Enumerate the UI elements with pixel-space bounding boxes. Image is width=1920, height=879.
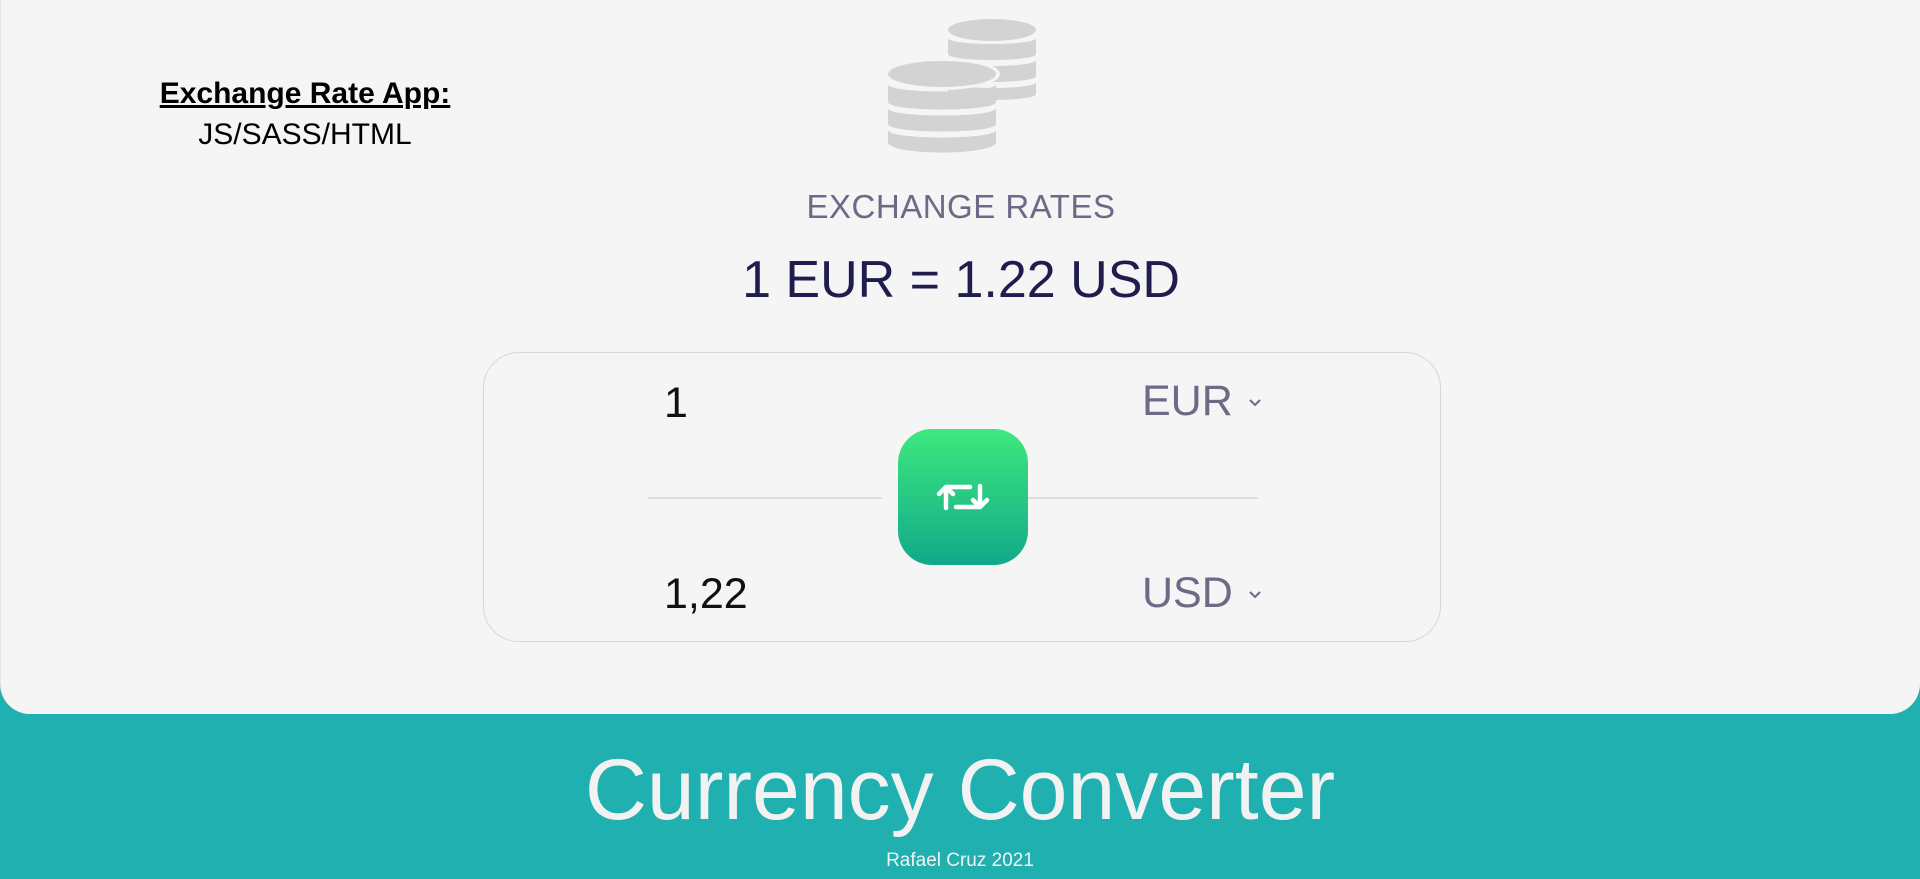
footer-credit: Rafael Cruz 2021 [886,850,1034,871]
chevron-down-icon [1249,590,1261,598]
coins-icon [888,19,1036,153]
project-note: Exchange Rate App: JS/SASS/HTML [158,74,452,156]
to-amount-input[interactable] [664,570,924,619]
exchange-rate-text: 1 EUR = 1.22 USD [742,251,1180,309]
converter-card: Exchange Rate App: JS/SASS/HTML EXCHANGE… [0,0,1920,714]
from-currency-code: EUR [1142,377,1233,425]
project-note-subtitle: JS/SASS/HTML [198,118,412,151]
app-title: Currency Converter [584,742,1336,838]
chevron-down-icon [1249,398,1261,406]
from-amount-input[interactable] [664,379,924,428]
section-title: EXCHANGE RATES [806,188,1116,225]
from-currency-select[interactable]: EUR [1142,377,1263,426]
divider-left [648,497,882,499]
to-currency-code: USD [1142,569,1233,617]
to-currency-select[interactable]: USD [1142,569,1263,618]
project-note-title: Exchange Rate App: [159,77,451,110]
swap-arrows-icon [936,483,990,511]
swap-currencies-button[interactable] [898,429,1028,565]
converter-box: EUR USD [483,352,1441,642]
divider-right [1010,497,1258,499]
